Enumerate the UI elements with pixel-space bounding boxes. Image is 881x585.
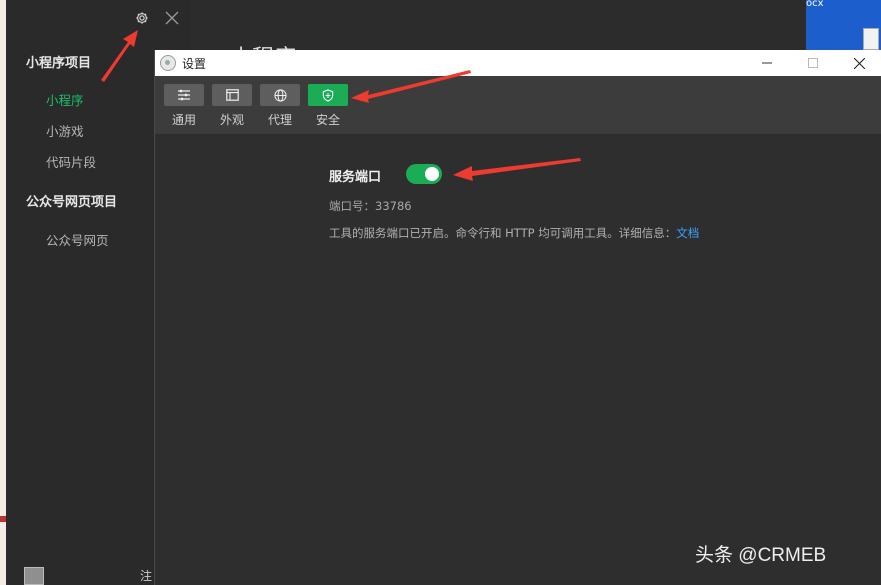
tab-general[interactable]: 通用 [164,84,204,128]
dialog-title: 设置 [182,56,207,71]
tab-security-label: 安全 [315,113,340,127]
description-text: 工具的服务端口已开启。命令行和 HTTP 均可调用工具。详细信息： [329,226,677,240]
settings-dialog: 设置 通用 外观 代理 安全 服务端口 端口号：33786 工具的服务端口已开启… [154,50,881,585]
app-logo-icon [160,55,176,71]
tab-appearance[interactable]: 外观 [212,84,252,128]
sidebar-item-mini-program[interactable]: 小程序 [46,90,84,109]
tab-appearance-label: 外观 [219,113,244,127]
tab-proxy-label: 代理 [267,113,292,127]
sidebar-item-mini-game[interactable]: 小游戏 [46,121,84,140]
shield-icon [308,84,348,106]
bottom-text[interactable]: 注 [140,567,152,584]
service-port-toggle[interactable] [406,164,442,184]
section-title-official-account: 公众号网页项目 [26,195,118,210]
service-port-description: 工具的服务端口已开启。命令行和 HTTP 均可调用工具。详细信息：文档 [329,225,699,241]
close-window-button[interactable] [836,50,881,76]
desktop-file-label: ocx [806,0,824,9]
avatar[interactable] [24,567,44,585]
document-icon[interactable] [863,28,879,50]
doc-link[interactable]: 文档 [676,226,699,240]
watermark: 头条 @CRMEB [695,545,827,566]
window-icon [212,84,252,106]
sidebar-item-code-snippet[interactable]: 代码片段 [46,152,96,171]
maximize-button[interactable] [790,50,836,76]
tab-general-label: 通用 [171,113,196,127]
security-settings-panel: 服务端口 端口号：33786 工具的服务端口已开启。命令行和 HTTP 均可调用… [155,134,881,585]
close-icon[interactable] [162,8,182,28]
desktop-corner: ocx [806,0,881,50]
settings-toolbar: 通用 外观 代理 安全 [155,76,881,134]
sidebar-item-official-web[interactable]: 公众号网页 [46,230,109,249]
section-title-mini-program: 小程序项目 [26,56,92,71]
sliders-icon [164,84,204,106]
minimize-button[interactable] [744,50,790,76]
globe-icon [260,84,300,106]
port-number: 端口号：33786 [329,199,412,213]
tab-proxy[interactable]: 代理 [260,84,300,128]
service-port-label: 服务端口 [329,170,382,185]
toggle-knob [425,167,439,181]
dialog-titlebar[interactable]: 设置 [155,50,881,76]
gear-icon[interactable] [132,8,152,28]
tab-security[interactable]: 安全 [308,84,348,128]
